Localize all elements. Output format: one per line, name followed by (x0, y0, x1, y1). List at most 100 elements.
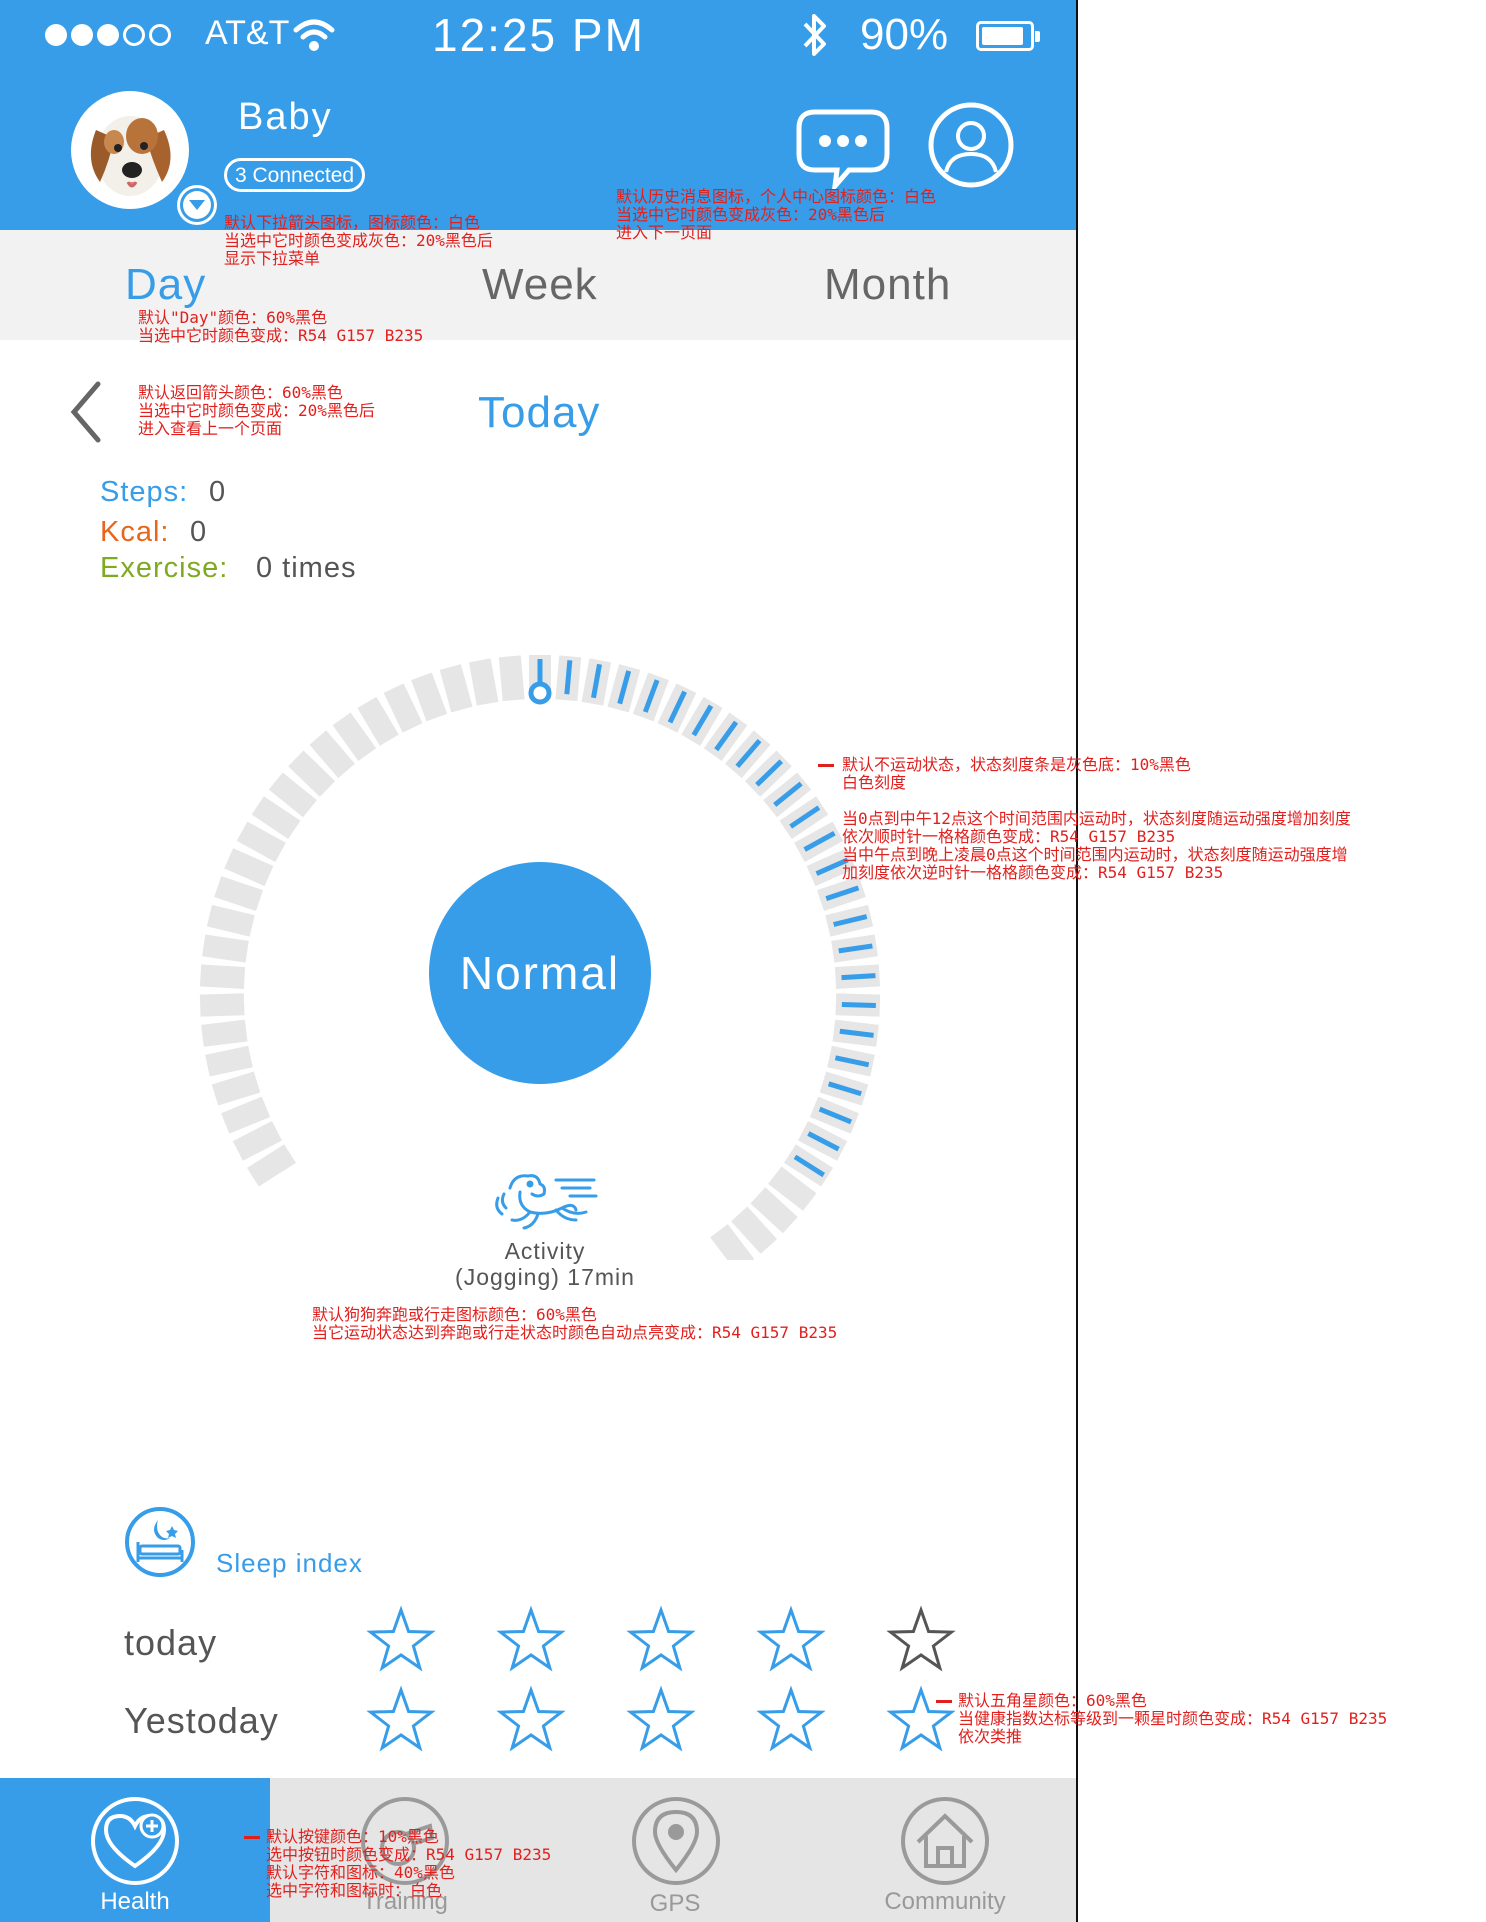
gauge-tick (468, 658, 499, 706)
gauge-tick (731, 1206, 777, 1254)
star-icon (626, 1605, 696, 1672)
signal-dot (149, 24, 171, 46)
wifi-icon (293, 19, 335, 51)
star-icon (626, 1685, 696, 1752)
gauge-tick (221, 1096, 271, 1134)
gauge-tick (498, 655, 525, 702)
star-icon (756, 1605, 826, 1672)
battery-percent: 90% (860, 10, 949, 59)
activity-detail: (Jogging) 17min (455, 1264, 635, 1290)
tab-day[interactable]: Day (125, 260, 206, 310)
sleep-rating-today (366, 1605, 956, 1672)
back-arrow-icon[interactable] (68, 380, 102, 444)
kcal-value: 0 (190, 516, 208, 548)
signal-dot (45, 24, 67, 46)
tab-week[interactable]: Week (482, 260, 598, 310)
steps-label: Steps: (100, 476, 189, 508)
gauge-tick (309, 730, 355, 779)
annotation-back-arrow: 默认返回箭头颜色：60%黑色 当选中它时颜色变成：20%黑色后 进入查看上一个页… (138, 383, 375, 438)
star-icon (886, 1605, 956, 1672)
gauge-tick (251, 796, 301, 840)
sleep-rating-yesterday (366, 1685, 956, 1752)
exercise-value: 0 times (256, 552, 357, 584)
battery-fill (982, 27, 1023, 45)
star-icon (756, 1685, 826, 1752)
connected-badge: 3 Connected (224, 158, 366, 192)
dog-running-icon (495, 1174, 598, 1230)
sleep-icon (125, 1507, 195, 1577)
chevron-down-icon (189, 200, 205, 210)
signal-dot (71, 24, 93, 46)
status-circle: Normal (429, 862, 651, 1084)
heart-plus-icon (91, 1797, 179, 1885)
bluetooth-icon (803, 14, 826, 56)
gauge-tick (232, 1120, 283, 1161)
pet-avatar[interactable] (70, 90, 190, 210)
nav-gps-label: GPS (649, 1890, 701, 1917)
gauge-tick (710, 1224, 755, 1260)
gauge-tick (199, 964, 246, 989)
status-text: Normal (459, 947, 621, 999)
gauge-tick (439, 664, 473, 713)
star-icon (366, 1605, 436, 1672)
gauge-start-marker (528, 681, 552, 705)
nav-gps[interactable]: GPS (565, 1778, 785, 1922)
star-icon (366, 1685, 436, 1752)
carrier-label: AT&T (205, 14, 290, 52)
annotation-stars-marker (936, 1700, 952, 1703)
steps-value: 0 (209, 476, 227, 508)
annotation-buttons-marker (244, 1836, 260, 1839)
gauge-tick (214, 876, 263, 912)
gauge-tick (206, 904, 255, 937)
gauge-tick (357, 696, 399, 746)
activity-label: Activity (504, 1238, 586, 1264)
gauge-tick (268, 772, 317, 818)
gauge-tick (288, 750, 336, 797)
gauge-tick (332, 712, 377, 762)
phone-screen: AT&T 12:25 PM 90% Baby 3 Connected Day W… (0, 0, 1078, 1922)
annotation-buttons: 默认按键颜色：10%黑色 选中按钮时颜色变成：R54 G157 B235 默认字… (266, 1827, 552, 1900)
gauge-tick (205, 1045, 253, 1077)
nav-community-label: Community (884, 1888, 1006, 1915)
gauge-tick (199, 993, 245, 1017)
house-icon (901, 1797, 989, 1885)
gauge-tick (202, 934, 249, 963)
signal-strength-icon (45, 0, 175, 70)
gauge-tick (236, 821, 286, 863)
gauge-active-tick (564, 660, 573, 695)
gauge-active-tick (841, 1001, 876, 1009)
annotation-dropdown: 默认下拉箭头图标，图标颜色：白色 当选中它时颜色变成灰色：20%黑色后 显示下拉… (224, 213, 493, 268)
annotation-ticks-marker (818, 764, 834, 767)
nav-community[interactable]: Community (835, 1778, 1055, 1922)
star-icon (886, 1685, 956, 1752)
message-history-icon[interactable] (795, 108, 891, 190)
gauge-tick (201, 1019, 248, 1047)
tab-month[interactable]: Month (824, 260, 951, 310)
star-icon (496, 1605, 566, 1672)
gauge-tick (383, 683, 423, 733)
nav-health[interactable]: Health (0, 1778, 270, 1922)
sleep-row-yesterday-label: Yestoday (124, 1700, 279, 1741)
gauge-active-tick (841, 973, 876, 981)
star-icon (496, 1685, 566, 1752)
gauge-tick (768, 1166, 817, 1211)
dropdown-button[interactable] (177, 185, 217, 225)
location-pin-icon (632, 1797, 720, 1885)
clock-time: 12:25 PM (432, 9, 645, 61)
exercise-label: Exercise: (100, 552, 229, 584)
nav-health-label: Health (100, 1888, 170, 1915)
period-title: Today (478, 388, 601, 437)
gauge-tick (411, 672, 448, 722)
annotation-day-tab: 默认"Day"颜色：60%黑色 当选中它时颜色变成：R54 G157 B235 (138, 308, 424, 345)
annotation-dog-icon: 默认狗狗奔跑或行走图标颜色：60%黑色 当它运动状态达到奔跑或行走状态时颜色自动… (312, 1305, 838, 1342)
user-profile-icon[interactable] (928, 102, 1014, 188)
gauge-tick (750, 1187, 798, 1234)
gauge-tick (247, 1144, 296, 1187)
signal-dot (97, 24, 119, 46)
gauge-tick (211, 1071, 261, 1106)
battery-icon (976, 21, 1040, 51)
annotation-ticks: 默认不运动状态，状态刻度条是灰色底：10%黑色 白色刻度 当0点到中午12点这个… (842, 755, 1351, 882)
pet-name: Baby (238, 96, 333, 138)
sleep-row-today-label: today (124, 1622, 218, 1663)
annotation-stars: 默认五角星颜色：60%黑色 当健康指数达标等级到一颗星时颜色变成：R54 G15… (958, 1691, 1388, 1746)
